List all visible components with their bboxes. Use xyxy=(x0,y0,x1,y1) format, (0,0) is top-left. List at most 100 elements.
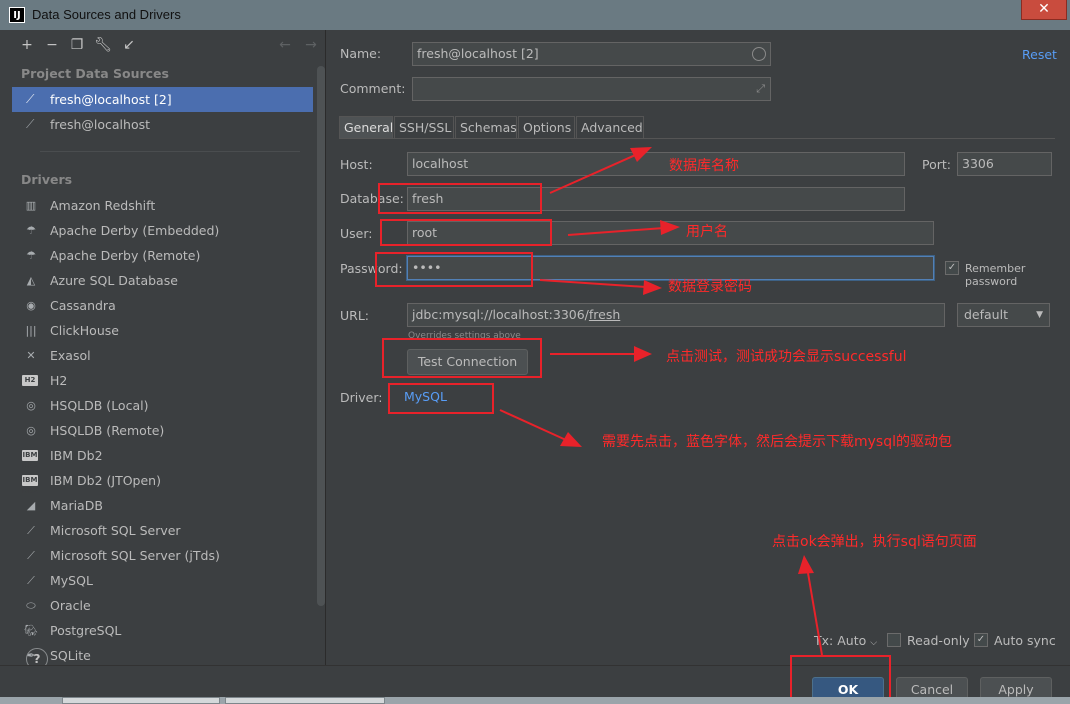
tab-advanced[interactable]: Advanced xyxy=(576,116,644,138)
tab-options[interactable]: Options xyxy=(518,116,575,138)
driver-item-oracle[interactable]: ⬭ Oracle xyxy=(22,593,314,618)
tab-schemas[interactable]: Schemas xyxy=(455,116,517,138)
dropdown-arrow-icon: ▼ xyxy=(1036,310,1043,320)
driver-label: Oracle xyxy=(50,598,91,613)
driver-item-derby-embedded[interactable]: ☂ Apache Derby (Embedded) xyxy=(22,218,314,243)
data-sources-dialog: IJ Data Sources and Drivers ✕ + − ❐ 🔧︎ ↙… xyxy=(0,0,1070,704)
driver-item-hsqldb-local[interactable]: ◎ HSQLDB (Local) xyxy=(22,393,314,418)
read-only-checkbox[interactable] xyxy=(887,633,901,647)
driver-item-hsqldb-remote[interactable]: ◎ HSQLDB (Remote) xyxy=(22,418,314,443)
chevron-down-icon: ⌵ xyxy=(870,638,878,648)
derby-hat-icon: ☂ xyxy=(26,249,36,262)
driver-label: H2 xyxy=(50,373,68,388)
tab-underline xyxy=(339,138,1055,139)
driver-item-clickhouse[interactable]: ||| ClickHouse xyxy=(22,318,314,343)
comment-label: Comment: xyxy=(340,81,406,96)
remember-password-checkbox[interactable]: ✓ xyxy=(945,261,959,275)
driver-label: SQLite xyxy=(50,648,91,663)
import-icon[interactable]: ↙ xyxy=(120,36,138,54)
left-toolbar: + − ❐ 🔧︎ ↙ ← → xyxy=(0,30,326,62)
annotation-password: 数据登录密码 xyxy=(668,279,752,295)
taskbar-item[interactable] xyxy=(225,697,385,704)
derby-hat-icon: ☂ xyxy=(26,224,36,237)
comment-input[interactable]: ⤢ xyxy=(412,77,771,101)
annotation-test: 点击测试，测试成功会显示successful xyxy=(666,349,907,365)
driver-label: HSQLDB (Remote) xyxy=(50,423,165,438)
url-mode-value: default xyxy=(964,307,1008,322)
data-source-label: fresh@localhost [2] xyxy=(50,92,172,107)
reset-link[interactable]: Reset xyxy=(1022,47,1057,62)
color-circle-icon[interactable] xyxy=(752,47,766,61)
mysql-dolphin-icon: ⟋ xyxy=(26,117,35,131)
auto-sync-label: Auto sync xyxy=(994,633,1056,648)
driver-item-mariadb[interactable]: ◢ MariaDB xyxy=(22,493,314,518)
auto-sync-checkbox[interactable]: ✓ xyxy=(974,633,988,647)
postgresql-elephant-icon: 🐘︎ xyxy=(24,624,38,637)
forward-arrow-icon[interactable]: → xyxy=(302,36,320,54)
driver-label: Apache Derby (Remote) xyxy=(50,248,201,263)
driver-label: Driver: xyxy=(340,390,383,405)
ibm-db2-badge-icon: IBM DB2 xyxy=(22,450,39,470)
driver-item-cassandra[interactable]: ◉ Cassandra xyxy=(22,293,314,318)
driver-label: Amazon Redshift xyxy=(50,198,156,213)
mysql-dolphin-icon: ⟋ xyxy=(27,574,35,587)
user-label: User: xyxy=(340,226,373,241)
tx-mode-label: Tx: Auto xyxy=(814,633,867,648)
clickhouse-bars-icon: ||| xyxy=(25,324,37,337)
url-input[interactable]: jdbc:mysql://localhost:3306/fresh xyxy=(407,303,945,327)
port-input[interactable]: 3306 xyxy=(957,152,1052,176)
driver-item-mysql[interactable]: ⟋ MySQL xyxy=(22,568,314,593)
data-source-item-fresh-2[interactable]: ⟋ fresh@localhost [2] xyxy=(12,87,313,112)
wrench-icon[interactable]: 🔧︎ xyxy=(94,36,112,54)
section-divider xyxy=(40,151,300,152)
taskbar-item[interactable] xyxy=(62,697,220,704)
host-label: Host: xyxy=(340,157,373,172)
host-input[interactable]: localhost xyxy=(407,152,905,176)
annotation-box-password xyxy=(375,252,533,287)
redshift-icon: ▥ xyxy=(25,199,37,212)
annotation-username: 用户名 xyxy=(686,224,728,240)
url-prefix: jdbc:mysql://localhost:3306/ xyxy=(412,307,589,322)
url-mode-select[interactable]: default ▼ xyxy=(957,303,1050,327)
title-bar: IJ Data Sources and Drivers ✕ xyxy=(0,0,1070,30)
remember-password-label: Remember password xyxy=(965,262,1026,288)
port-label: Port: xyxy=(922,157,951,172)
name-input[interactable]: fresh@localhost [2] xyxy=(412,42,771,66)
drivers-title: Drivers xyxy=(21,172,73,187)
tab-ssh-ssl[interactable]: SSH/SSL xyxy=(394,116,454,138)
oracle-ring-icon: ⬭ xyxy=(26,599,36,612)
driver-item-exasol[interactable]: ✕ Exasol xyxy=(22,343,314,368)
driver-item-amazon-redshift[interactable]: ▥ Amazon Redshift xyxy=(22,193,314,218)
driver-label: IBM Db2 xyxy=(50,448,103,463)
driver-label: MySQL xyxy=(50,573,93,588)
driver-item-mssql[interactable]: ⟋ Microsoft SQL Server xyxy=(22,518,314,543)
driver-item-derby-remote[interactable]: ☂ Apache Derby (Remote) xyxy=(22,243,314,268)
driver-item-ibm-db2-jtopen[interactable]: IBM DB2 IBM Db2 (JTOpen) xyxy=(22,468,314,495)
tab-general[interactable]: General xyxy=(339,116,393,138)
driver-label: Microsoft SQL Server xyxy=(50,523,181,538)
copy-icon[interactable]: ❐ xyxy=(68,36,86,54)
intellij-app-icon: IJ xyxy=(9,7,25,23)
url-label: URL: xyxy=(340,308,370,323)
close-button[interactable]: ✕ xyxy=(1021,0,1067,20)
url-database-link[interactable]: fresh xyxy=(589,307,620,322)
name-value: fresh@localhost [2] xyxy=(417,46,539,61)
tx-mode-dropdown[interactable]: Tx: Auto ⌵ xyxy=(814,633,877,648)
window-title: Data Sources and Drivers xyxy=(32,7,181,22)
left-panel: + − ❐ 🔧︎ ↙ ← → Project Data Sources ⟋ fr… xyxy=(0,30,326,665)
back-arrow-icon[interactable]: ← xyxy=(276,36,294,54)
left-scrollbar[interactable] xyxy=(317,66,325,606)
driver-item-postgresql[interactable]: 🐘︎ PostgreSQL xyxy=(22,618,314,643)
data-source-item-fresh[interactable]: ⟋ fresh@localhost xyxy=(12,112,313,137)
driver-item-h2[interactable]: H2 H2 xyxy=(22,368,314,393)
remove-icon[interactable]: − xyxy=(43,36,61,54)
add-icon[interactable]: + xyxy=(18,36,36,54)
driver-item-mssql-jtds[interactable]: ⟋ Microsoft SQL Server (jTds) xyxy=(22,543,314,568)
driver-item-azure-sql[interactable]: ◭ Azure SQL Database xyxy=(22,268,314,293)
annotation-box-database xyxy=(378,183,542,214)
hsqldb-icon: ◎ xyxy=(26,399,36,412)
expand-icon[interactable]: ⤢ xyxy=(756,78,765,100)
name-label: Name: xyxy=(340,46,382,61)
annotation-driver: 需要先点击，蓝色字体，然后会提示下载mysql的驱动包 xyxy=(602,434,952,450)
driver-item-ibm-db2[interactable]: IBM DB2 IBM Db2 xyxy=(22,443,314,470)
